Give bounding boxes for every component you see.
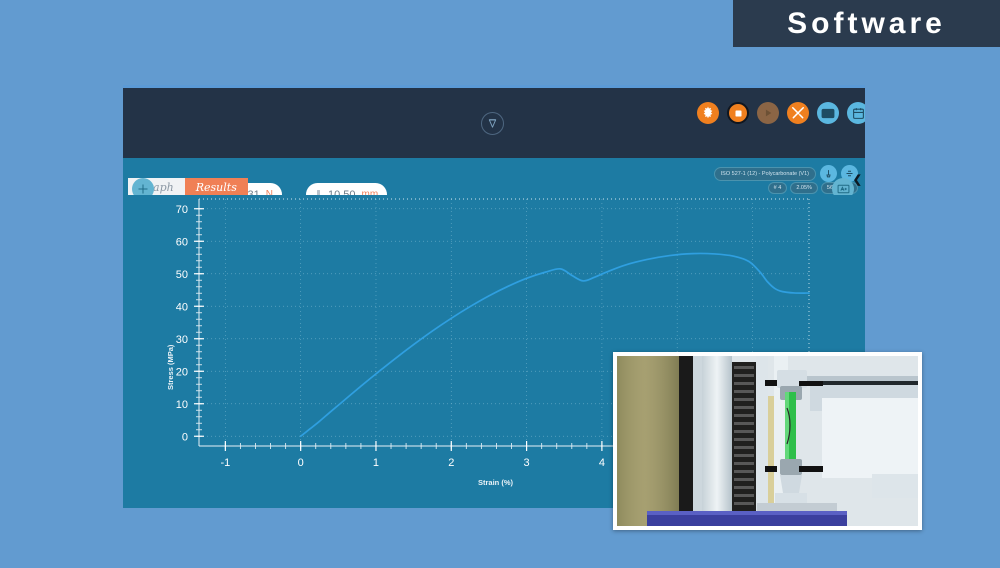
app-toolbar: 1 1923.31 N 10.50 mm σ 44.15 [123,85,865,235]
svg-text:50: 50 [176,269,188,281]
y-axis-label: Stress (MPa) [166,344,175,390]
software-banner: Software [733,0,1000,47]
svg-text:3: 3 [524,457,530,469]
standard-label: ISO 527-1 (12) - Polycarbonate (V1) [713,166,816,181]
svg-text:2: 2 [448,457,454,469]
strain-badge: 2.05% [790,182,818,194]
banner-title: Software [787,6,946,40]
svg-text:10: 10 [176,399,188,411]
stop-button[interactable] [727,102,749,124]
collapse-panel-icon[interactable]: ❮ [853,173,862,186]
app-logo [481,112,504,135]
svg-text:0: 0 [182,431,188,443]
svg-text:70: 70 [176,204,188,216]
tools-button[interactable] [787,102,809,124]
svg-text:30: 30 [176,334,188,346]
page-root: Software 1 [0,0,1000,568]
svg-text:4: 4 [599,457,605,469]
keyboard-button[interactable] [817,102,839,124]
svg-text:-1: -1 [220,457,230,469]
svg-text:0: 0 [298,457,304,469]
specimen-number-badge: # 4 [767,182,788,194]
settings-button[interactable] [697,102,719,124]
svg-text:1: 1 [373,457,379,469]
testing-machine-photo [613,352,922,530]
timer-button[interactable] [847,102,865,124]
svg-text:20: 20 [176,366,188,378]
x-axis-label: Strain (%) [478,478,514,487]
svg-text:60: 60 [176,236,188,248]
svg-text:40: 40 [176,301,188,313]
play-button[interactable] [757,102,779,124]
